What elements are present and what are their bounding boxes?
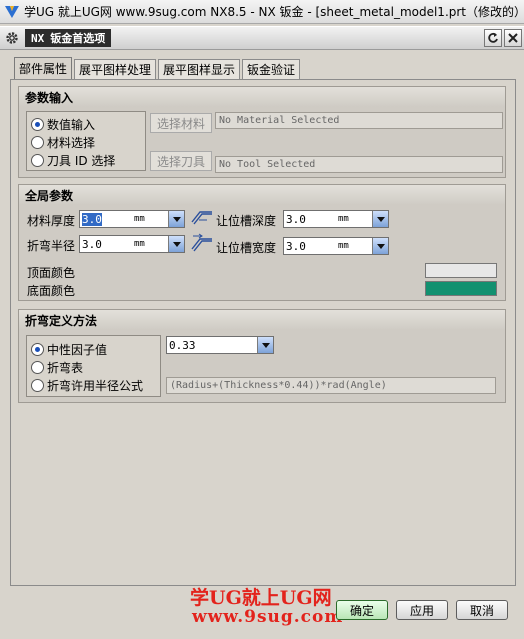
chevron-down-icon[interactable] (372, 238, 388, 254)
gear-icon[interactable] (3, 29, 21, 47)
radio-indicator (31, 378, 44, 392)
radio-indicator (31, 153, 44, 167)
tab-bar: 部件属性 展平图样处理 展平图样显示 钣金验证 (14, 57, 302, 79)
dialog-body: 部件属性 展平图样处理 展平图样显示 钣金验证 参数输入 数值输入 材料选择 刀… (0, 51, 524, 639)
relief-depth-icon (191, 211, 212, 225)
select-tool-button[interactable]: 选择刀具 (150, 151, 212, 171)
bend-radius-value: 3.0 (82, 237, 102, 251)
relief-width-unit: mm (338, 241, 349, 251)
material-thickness-value: 3.0 (82, 212, 102, 226)
cancel-button[interactable]: 取消 (456, 600, 508, 620)
relief-depth-field[interactable]: 3.0 mm (283, 210, 389, 228)
radio-bend-table[interactable]: 折弯表 (31, 359, 83, 375)
tool-field: No Tool Selected (215, 156, 503, 173)
watermark-title: 学UG就上UG网 (190, 587, 332, 609)
relief-depth-unit: mm (338, 214, 349, 224)
k-factor-value: 0.33 (169, 338, 196, 352)
bottom-color-swatch[interactable] (425, 281, 497, 296)
close-icon[interactable] (504, 29, 522, 47)
nx-app-icon (4, 5, 19, 18)
radio-label: 数值输入 (47, 117, 96, 132)
reset-icon[interactable] (484, 29, 502, 47)
bend-formula-field: (Radius+(Thickness*0.44))*rad(Angle) (166, 377, 496, 394)
bend-radius-field[interactable]: 3.0 mm (79, 235, 185, 253)
k-factor-field[interactable]: 0.33 (166, 336, 274, 354)
radio-material-select[interactable]: 材料选择 (31, 134, 95, 150)
material-thickness-field[interactable]: 3.0 mm (79, 210, 185, 228)
relief-depth-label: 让位槽深度 (216, 214, 277, 228)
radio-label: 刀具 ID 选择 (47, 153, 116, 168)
chevron-down-icon[interactable] (257, 337, 273, 353)
radio-label: 折弯表 (47, 360, 84, 375)
radio-indicator (31, 342, 44, 356)
param-input-title: 参数输入 (19, 87, 505, 107)
param-input-radio-group: 数值输入 材料选择 刀具 ID 选择 (26, 111, 146, 171)
dialog-title-badge: NX 钣金首选项 (25, 29, 112, 47)
tab-part-properties[interactable]: 部件属性 (14, 57, 73, 79)
chevron-down-icon[interactable] (168, 236, 184, 252)
bend-method-group: 折弯定义方法 中性因子值 折弯表 折弯许用半径公式 0.33 (Radius+(… (18, 309, 506, 403)
global-params-title: 全局参数 (19, 185, 505, 205)
global-params-group: 全局参数 材料厚度 3.0 mm 折弯半径 3.0 mm 让位槽深度 3.0 m… (18, 184, 506, 301)
tab-flat-pattern-treatment[interactable]: 展平图样处理 (74, 59, 157, 79)
param-input-group: 参数输入 数值输入 材料选择 刀具 ID 选择 选择材料 No Material… (18, 86, 506, 178)
bend-method-title: 折弯定义方法 (19, 310, 505, 330)
radio-label: 折弯许用半径公式 (47, 378, 144, 393)
dialog-title: 钣金首选项 (50, 32, 106, 45)
chevron-down-icon[interactable] (372, 211, 388, 227)
relief-depth-value: 3.0 (286, 212, 306, 226)
bend-radius-label: 折弯半径 (27, 239, 76, 253)
relief-width-icon (191, 233, 212, 252)
radio-label: 材料选择 (47, 135, 96, 150)
tab-sheet-metal-validation[interactable]: 钣金验证 (242, 59, 301, 79)
radio-bend-allowance-formula[interactable]: 折弯许用半径公式 (31, 377, 143, 393)
window-title: 学UG 就上UG网 www.9sug.com NX8.5 - NX 钣金 - [… (23, 5, 524, 19)
bend-method-radio-group: 中性因子值 折弯表 折弯许用半径公式 (26, 335, 161, 397)
material-thickness-label: 材料厚度 (27, 214, 76, 228)
relief-width-field[interactable]: 3.0 mm (283, 237, 389, 255)
select-material-button[interactable]: 选择材料 (150, 113, 212, 133)
top-color-swatch[interactable] (425, 263, 497, 278)
nx-label: NX (31, 31, 45, 45)
relief-width-value: 3.0 (286, 239, 306, 253)
radio-tool-id-select[interactable]: 刀具 ID 选择 (31, 152, 115, 168)
watermark-url: www.9sug.com (192, 607, 344, 627)
material-field: No Material Selected (215, 112, 503, 129)
material-thickness-unit: mm (134, 214, 145, 224)
chevron-down-icon[interactable] (168, 211, 184, 227)
bottom-color-label: 底面颜色 (27, 284, 76, 298)
top-color-label: 顶面颜色 (27, 266, 76, 280)
apply-button[interactable]: 应用 (396, 600, 448, 620)
tab-panel: 参数输入 数值输入 材料选择 刀具 ID 选择 选择材料 No Material… (10, 79, 516, 586)
radio-indicator (31, 135, 44, 149)
dialog-header: NX 钣金首选项 (0, 26, 524, 50)
radio-label: 中性因子值 (47, 342, 108, 357)
ok-button[interactable]: 确定 (336, 600, 388, 620)
bend-radius-unit: mm (134, 239, 145, 249)
radio-indicator (31, 117, 44, 131)
relief-width-label: 让位槽宽度 (216, 241, 277, 255)
radio-indicator (31, 360, 44, 374)
tab-flat-pattern-display[interactable]: 展平图样显示 (158, 59, 241, 79)
radio-k-factor[interactable]: 中性因子值 (31, 341, 107, 357)
radio-numeric-input[interactable]: 数值输入 (31, 116, 95, 132)
window-titlebar: 学UG 就上UG网 www.9sug.com NX8.5 - NX 钣金 - [… (0, 0, 524, 24)
